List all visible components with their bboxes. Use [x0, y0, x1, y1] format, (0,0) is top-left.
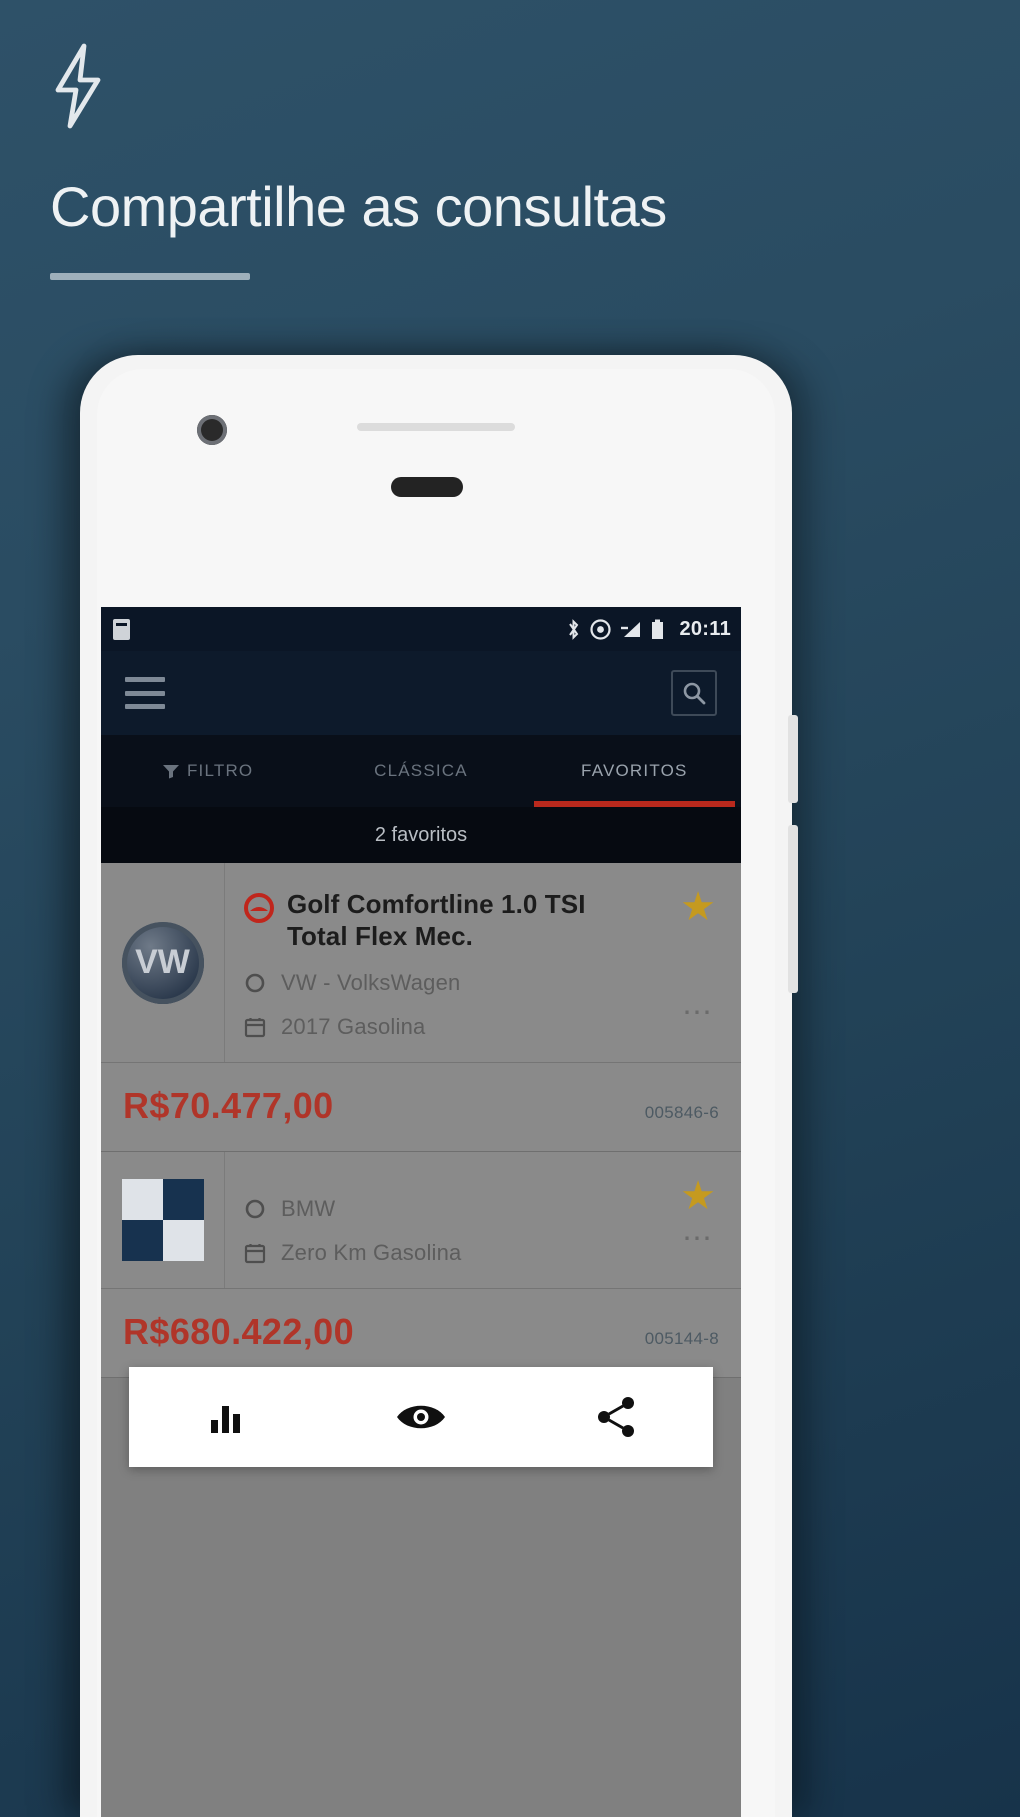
- share-button[interactable]: [518, 1367, 713, 1467]
- brand-meta-row: VW - VolksWagen: [243, 970, 639, 996]
- tab-label: FAVORITOS: [581, 761, 688, 780]
- calendar-icon: [244, 1244, 266, 1264]
- list-item[interactable]: BMW Zero Km Gasolina ★ ⋯: [101, 1152, 741, 1290]
- battery-icon: [652, 619, 664, 639]
- brand-meta-row: BMW: [243, 1196, 639, 1222]
- year-meta-text: Zero Km Gasolina: [281, 1240, 462, 1266]
- chart-button[interactable]: [129, 1367, 324, 1467]
- price-value: R$680.422,00: [123, 1311, 354, 1353]
- tab-label: FILTRO: [186, 761, 254, 780]
- sim-card-icon: [113, 618, 130, 640]
- lightning-bolt-icon: [55, 43, 101, 129]
- status-bar-clock: 20:11: [679, 617, 731, 640]
- bluetooth-icon: [569, 618, 579, 640]
- star-filled-icon[interactable]: ★: [680, 1176, 716, 1216]
- price-row: R$680.422,00 005144-8: [101, 1289, 741, 1379]
- price-code: 005846-6: [644, 1103, 719, 1123]
- favorites-list: VW Golf Comfortline 1.0 TSI Total Flex M…: [101, 863, 741, 1679]
- price-code: 005144-8: [644, 1329, 719, 1349]
- star-filled-icon[interactable]: ★: [680, 887, 716, 927]
- front-camera-icon: [197, 415, 227, 445]
- list-item-actions: ★ ⋯: [655, 1152, 741, 1288]
- year-meta-row: 2017 Gasolina: [243, 1014, 639, 1040]
- brand-meta-text: VW - VolksWagen: [281, 970, 461, 996]
- promo-header: Compartilhe as consultas: [50, 42, 950, 280]
- page-title: Compartilhe as consultas: [50, 175, 667, 238]
- favorites-count: 2 favoritos: [101, 807, 741, 863]
- tab-bar: FILTRO CLÁSSICA FAVORITOS: [101, 735, 741, 807]
- list-item[interactable]: VW Golf Comfortline 1.0 TSI Total Flex M…: [101, 863, 741, 1064]
- circle-icon: [245, 974, 265, 993]
- year-meta-text: 2017 Gasolina: [281, 1014, 426, 1040]
- view-button[interactable]: [324, 1367, 519, 1467]
- hamburger-menu-icon[interactable]: [125, 677, 165, 709]
- app-bar: [101, 651, 741, 735]
- brand-logo-cell: VW: [101, 863, 225, 1063]
- action-sheet: [129, 1367, 713, 1467]
- tab-classica[interactable]: CLÁSSICA: [314, 735, 527, 807]
- list-item-title: Golf Comfortline 1.0 TSI Total Flex Mec.: [287, 889, 586, 951]
- app-screen: 20:11 FILTRO CLÁSSICA FAVORITOS 2 favori…: [101, 607, 741, 1817]
- status-bar: 20:11: [101, 607, 741, 651]
- phone-speaker-grille: [391, 477, 463, 497]
- price-value: R$70.477,00: [123, 1085, 334, 1127]
- tab-label: CLÁSSICA: [374, 761, 468, 780]
- phone-mockup: 20:11 FILTRO CLÁSSICA FAVORITOS 2 favori…: [80, 355, 798, 1817]
- signal-icon: [621, 621, 641, 637]
- year-meta-row: Zero Km Gasolina: [243, 1240, 639, 1266]
- more-options-icon[interactable]: ⋯: [682, 998, 714, 1028]
- chart-icon: [211, 1406, 241, 1433]
- list-item-actions: ★ ⋯: [655, 863, 741, 1062]
- list-item-body: Golf Comfortline 1.0 TSI Total Flex Mec.…: [225, 863, 655, 1062]
- tab-favoritos[interactable]: FAVORITOS: [528, 735, 741, 807]
- more-options-icon[interactable]: ⋯: [682, 1224, 714, 1254]
- eye-icon: [397, 1405, 445, 1429]
- brand-logo-cell: [101, 1152, 225, 1289]
- calendar-icon: [244, 1018, 266, 1038]
- search-icon[interactable]: [671, 670, 717, 716]
- tab-filtro[interactable]: FILTRO: [101, 735, 314, 807]
- filter-icon: [162, 765, 179, 779]
- phone-volume-button: [788, 715, 798, 803]
- circle-icon: [245, 1200, 265, 1219]
- vw-logo: VW: [121, 921, 204, 1004]
- brand-meta-text: BMW: [281, 1196, 336, 1222]
- phone-power-button: [788, 825, 798, 993]
- list-item-body: BMW Zero Km Gasolina: [225, 1152, 655, 1288]
- phone-screen-frame: 20:11 FILTRO CLÁSSICA FAVORITOS 2 favori…: [97, 369, 775, 1817]
- car-brand-icon: [244, 893, 274, 923]
- title-underline: [50, 273, 250, 280]
- do-not-disturb-icon: [590, 618, 612, 640]
- price-row: R$70.477,00 005846-6: [101, 1063, 741, 1153]
- share-icon: [597, 1397, 634, 1437]
- earpiece-speaker: [357, 423, 515, 431]
- bmw-logo: [121, 1179, 204, 1262]
